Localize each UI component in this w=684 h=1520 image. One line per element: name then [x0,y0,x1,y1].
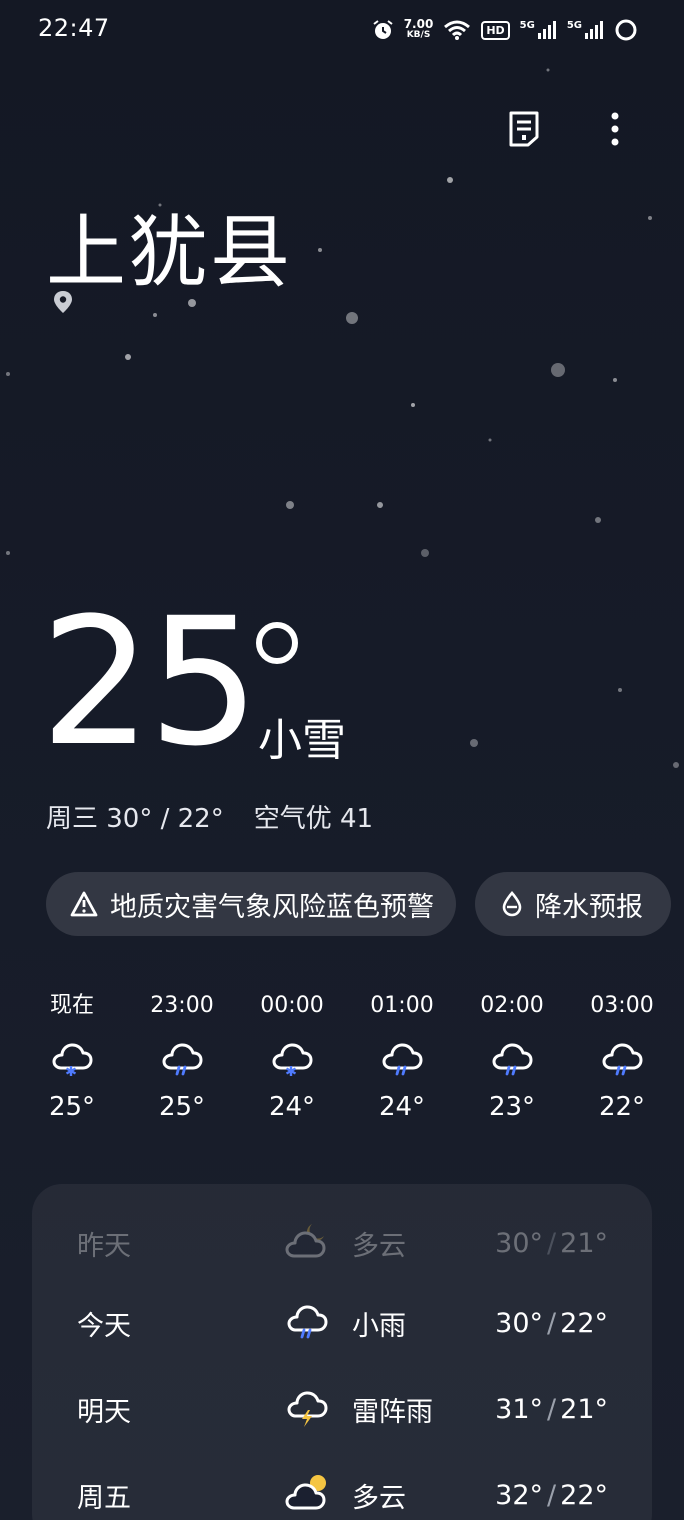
alarm-icon [373,20,393,39]
day-name: 昨天 [77,1230,131,1262]
day-temp-range: 30°/21° [495,1227,608,1259]
rain-cloud-icon [162,1043,203,1076]
status-time: 22:47 [38,14,110,42]
day-name: 周五 [77,1482,131,1514]
more-options-button[interactable] [591,104,639,154]
hour-temp: 25° [48,1092,96,1122]
hour-time: 现在 [49,993,94,1018]
day-name: 明天 [77,1396,131,1428]
network-speed-value: 7.00 [403,17,434,31]
rain-cloud-icon [492,1043,533,1076]
partly-cloudy-night-icon [285,1224,326,1258]
hourly-forecast[interactable]: 现在 25° 23:00 25° 00:00 24° 01:00 24° 02:… [0,988,684,1148]
warning-label: 地质灾害气象风险蓝色预警 [110,891,434,923]
current-temperature: 25 [40,580,260,785]
snow-cloud-icon [272,1043,313,1076]
hour-time: 03:00 [590,993,654,1018]
rain-cloud-icon [287,1305,328,1339]
hour-temp: 22° [598,1092,646,1122]
water-drop-icon [502,891,522,917]
document-icon [509,111,539,147]
battery-ring-icon [615,19,637,41]
hd-badge: HD [481,20,510,40]
rain-cloud-icon [602,1043,643,1076]
status-icons: 7.00 KB/S HD 5G 5G [372,14,638,46]
day-range-text: 周三 30° / 22° [46,804,224,834]
hour-time: 02:00 [480,993,544,1018]
hour-temp: 24° [268,1092,316,1122]
sim2-signal: 5G [567,20,604,40]
hour-temp: 25° [158,1092,206,1122]
day-temp-range: 32°/22° [495,1479,608,1511]
hourly-item[interactable]: 02:00 23° [467,988,557,1122]
more-vertical-icon [611,112,619,146]
hour-time: 23:00 [150,993,214,1018]
weather-warning-pill[interactable]: 地质灾害气象风险蓝色预警 [46,872,456,936]
day-name: 今天 [77,1310,131,1342]
current-condition: 小雪 [258,715,346,766]
day-temp-range: 30°/22° [495,1307,608,1339]
partly-cloudy-icon [285,1475,326,1510]
report-button[interactable] [500,104,548,154]
thunderstorm-icon [287,1391,328,1427]
warning-triangle-icon [70,891,98,917]
daily-row[interactable]: 今天 小雨 30°/22° [32,1280,652,1366]
hour-temp: 24° [378,1092,426,1122]
signal-bars-icon [537,21,556,39]
hourly-item[interactable]: 00:00 24° [247,988,337,1122]
snow-cloud-icon [52,1043,93,1076]
hourly-item[interactable]: 现在 25° [27,988,117,1122]
wifi-icon [444,20,471,40]
hourly-item[interactable]: 23:00 25° [137,988,227,1122]
network-speed: 7.00 KB/S [403,17,434,41]
city-name[interactable]: 上犹县 [46,188,292,304]
day-condition: 雷阵雨 [352,1396,433,1428]
day-temp-range: 31°/21° [495,1393,608,1425]
daily-row[interactable]: 昨天 多云 30°/21° [32,1200,652,1286]
hour-temp: 23° [488,1092,536,1122]
day-condition: 多云 [352,1230,406,1262]
daily-forecast-card[interactable]: 昨天 多云 30°/21° 今天 小雨 30°/22° 明天 雷阵雨 31°/2… [32,1184,652,1520]
daily-row[interactable]: 周五 多云 32°/22° [32,1452,652,1520]
hourly-item[interactable]: 03:00 22° [577,988,667,1122]
air-quality-text[interactable]: 空气优 41 [254,798,373,835]
hourly-item[interactable]: 01:00 24° [357,988,447,1122]
today-summary: 周三 30° / 22° 空气优 41 [46,798,373,835]
precip-label: 降水预报 [535,891,643,923]
hour-time: 00:00 [260,993,324,1018]
signal-bars-icon [585,21,603,39]
day-condition: 多云 [352,1482,406,1514]
precipitation-forecast-pill[interactable]: 降水预报 [475,872,671,936]
daily-row[interactable]: 明天 雷阵雨 31°/21° [32,1366,652,1452]
sim1-signal: 5G [520,20,557,40]
network-speed-unit: KB/S [406,30,431,40]
hour-time: 01:00 [370,993,434,1018]
day-condition: 小雨 [352,1310,406,1342]
degree-symbol [256,622,298,664]
rain-cloud-icon [382,1043,423,1076]
location-pin-icon [54,291,72,313]
